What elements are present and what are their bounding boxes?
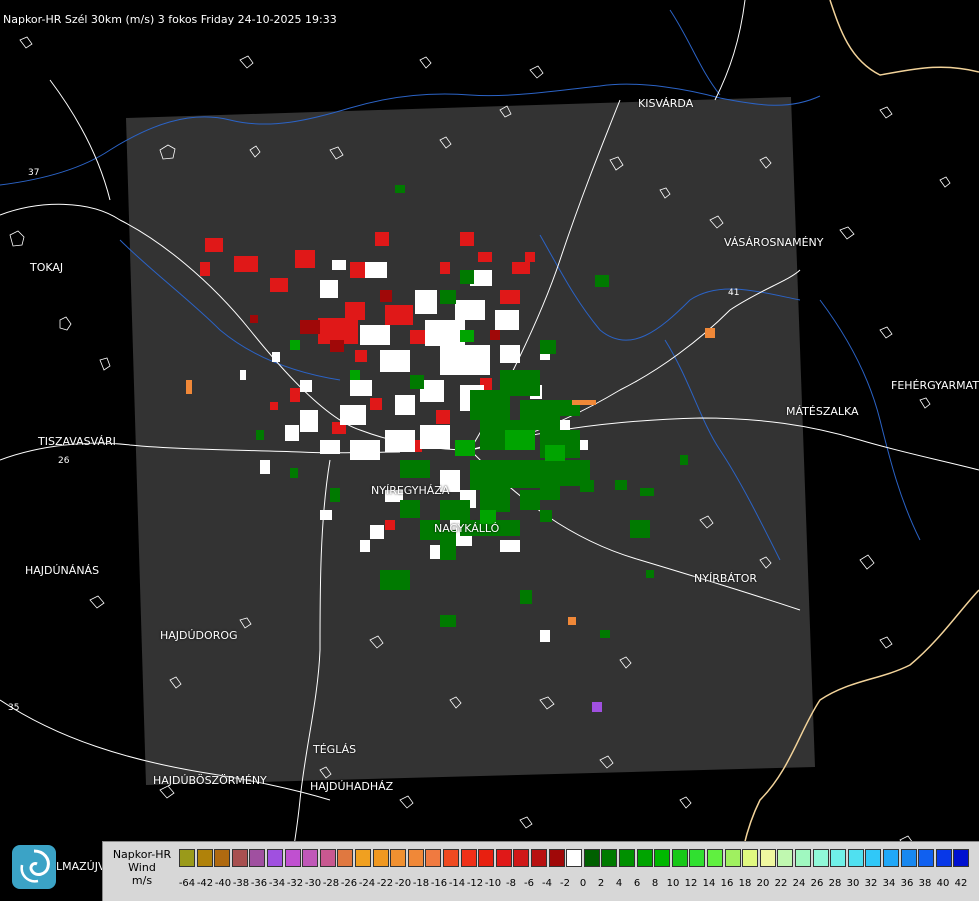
legend-swatch (337, 849, 354, 867)
city-label-hajdudorog: HAJDÚDOROG (160, 629, 238, 642)
road-number-41: 41 (728, 288, 739, 298)
city-label-fehergyarmat: FEHÉRGYARMAT (891, 379, 979, 392)
city-label-hajduboszormeny: HAJDÚBÖSZÖRMÉNY (153, 774, 267, 787)
legend-swatch (654, 849, 671, 867)
weather-service-logo (12, 845, 56, 889)
legend-swatch (548, 849, 565, 867)
legend-swatch (865, 849, 882, 867)
legend-swatch (249, 849, 266, 867)
radar-map[interactable]: 37 26 41 35 (0, 0, 979, 900)
legend-title-product: Napkor-HR (112, 848, 172, 861)
city-label-nyirbator: NYÍRBÁTOR (694, 572, 758, 585)
legend-swatch (847, 849, 864, 867)
legend-title: Napkor-HR Wind m/s (107, 848, 177, 887)
road-number-35: 35 (8, 703, 19, 713)
legend-swatch (319, 849, 336, 867)
legend-swatch (900, 849, 917, 867)
legend-swatch (671, 849, 688, 867)
legend-swatch (830, 849, 847, 867)
legend-swatch (935, 849, 952, 867)
legend-swatch (759, 849, 776, 867)
legend-swatch (742, 849, 759, 867)
legend-swatch (478, 849, 495, 867)
legend-swatch (425, 849, 442, 867)
city-label-tokaj: TOKAJ (30, 261, 64, 274)
legend-swatch (531, 849, 547, 867)
legend-swatch (601, 849, 618, 867)
city-label-teglas: TÉGLÁS (313, 743, 357, 756)
legend-swatch (231, 849, 248, 867)
legend-swatch (179, 849, 195, 867)
map-title: Napkor-HR Szél 30km (m/s) 3 fokos Friday… (3, 13, 337, 26)
city-label-vasarosnameny: VÁSÁROSNAMÉNY (724, 236, 824, 249)
legend-swatch (407, 849, 424, 867)
legend-swatch (777, 849, 794, 867)
city-label-kisvarda: KISVÁRDA (638, 97, 694, 110)
legend-swatch (636, 849, 653, 867)
legend-swatch (689, 849, 706, 867)
legend-swatch (883, 849, 899, 867)
road-number-37: 37 (28, 168, 39, 178)
legend-swatch (355, 849, 371, 867)
city-label-tiszavasvari: TISZAVASVÁRI (38, 435, 116, 448)
city-label-mateszalka: MÁTÉSZALKA (786, 405, 859, 418)
legend-swatch (372, 849, 389, 867)
legend-swatch (619, 849, 635, 867)
legend-swatch (707, 849, 723, 867)
legend-swatch (953, 849, 970, 867)
legend-swatch (495, 849, 512, 867)
legend-swatch (390, 849, 407, 867)
legend-swatch (724, 849, 741, 867)
road-number-26: 26 (58, 456, 70, 466)
legend-swatch (460, 849, 477, 867)
legend-swatch (513, 849, 530, 867)
legend-swatch (795, 849, 811, 867)
legend-swatch (918, 849, 935, 867)
legend-swatch (196, 849, 213, 867)
legend-swatch (214, 849, 231, 867)
legend-swatch (284, 849, 301, 867)
swirl-icon (20, 849, 50, 883)
legend-swatch (443, 849, 459, 867)
city-label-nagykallo: NAGYKÁLLÓ (434, 522, 500, 535)
legend-title-unit: m/s (131, 874, 153, 887)
legend-title-quantity: Wind (128, 861, 156, 874)
color-legend: Napkor-HR Wind m/s -64 -42 -40 -38 -36 -34 -32… (102, 841, 979, 901)
city-label-nyiregyhaza: NYÍREGYHÁZA (371, 484, 450, 497)
legend-tick-label: 42 (954, 878, 968, 889)
city-label-hajdunanas: HAJDÚNÁNÁS (25, 564, 100, 577)
legend-swatch (566, 849, 583, 867)
legend-swatch (302, 849, 319, 867)
legend-swatch (583, 849, 600, 867)
legend-swatch (812, 849, 829, 867)
legend-swatch (267, 849, 283, 867)
city-label-hajduhadhaz: HAJDÚHADHÁZ (310, 780, 394, 793)
